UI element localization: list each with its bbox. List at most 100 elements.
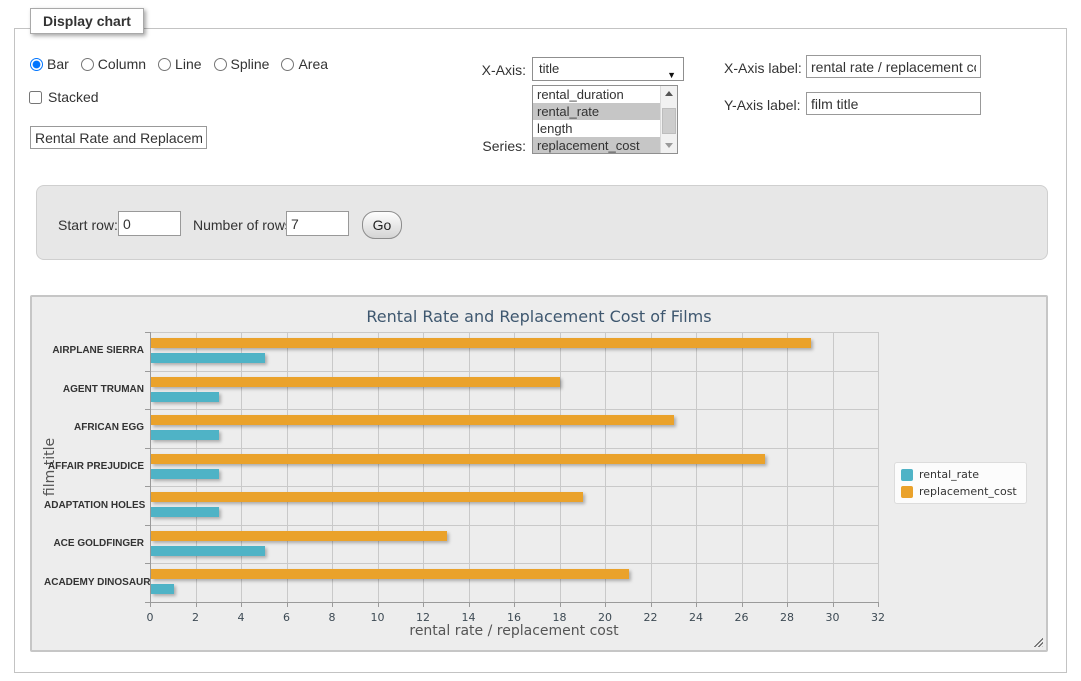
- bar-rental_rate[interactable]: [151, 430, 219, 440]
- number-of-rows-label: Number of rows:: [193, 217, 296, 233]
- radio-column[interactable]: Column: [81, 56, 146, 72]
- x-axis-selected-value: title: [539, 61, 559, 76]
- bar-replacement_cost[interactable]: [151, 531, 447, 541]
- grid-line-vertical: [241, 332, 242, 602]
- x-tick-label: 14: [454, 611, 484, 624]
- radio-bar-input[interactable]: [30, 58, 43, 71]
- radio-area[interactable]: Area: [281, 56, 328, 72]
- grid-line-vertical: [514, 332, 515, 602]
- x-axis-select-label: X-Axis:: [440, 62, 526, 78]
- stacked-checkbox-row[interactable]: Stacked: [29, 89, 99, 105]
- radio-line-input[interactable]: [158, 58, 171, 71]
- series-option-replacement_cost[interactable]: replacement_cost: [533, 137, 677, 154]
- category-label: ACADEMY DINOSAUR: [44, 577, 144, 588]
- grid-line-vertical: [332, 332, 333, 602]
- x-tick-label: 18: [545, 611, 575, 624]
- start-row-label: Start row:: [58, 217, 118, 233]
- bar-rental_rate[interactable]: [151, 353, 265, 363]
- category-label: AIRPLANE SIERRA: [44, 345, 144, 356]
- x-tick-label: 12: [408, 611, 438, 624]
- bar-replacement_cost[interactable]: [151, 569, 629, 579]
- number-of-rows-input[interactable]: [286, 211, 349, 236]
- grid-line-horizontal: [150, 525, 878, 526]
- legend-item-rental_rate[interactable]: rental_rate: [901, 468, 1017, 481]
- radio-area-label: Area: [298, 56, 328, 72]
- y-axis-label-caption: Y-Axis label:: [724, 97, 801, 113]
- grid-line-vertical: [742, 332, 743, 602]
- bar-rental_rate[interactable]: [151, 469, 219, 479]
- bar-replacement_cost[interactable]: [151, 492, 583, 502]
- bar-rental_rate[interactable]: [151, 546, 265, 556]
- y-axis-line: [150, 332, 151, 603]
- x-tick-label: 28: [772, 611, 802, 624]
- x-axis-title: rental rate / replacement cost: [150, 623, 878, 639]
- grid-line-vertical: [423, 332, 424, 602]
- grid-line-horizontal: [150, 448, 878, 449]
- radio-column-label: Column: [98, 56, 146, 72]
- x-tick-label: 16: [499, 611, 529, 624]
- x-tick-label: 2: [181, 611, 211, 624]
- radio-line-label: Line: [175, 56, 201, 72]
- bar-replacement_cost[interactable]: [151, 415, 674, 425]
- bar-rental_rate[interactable]: [151, 584, 174, 594]
- bar-replacement_cost[interactable]: [151, 454, 765, 464]
- x-tick-label: 8: [317, 611, 347, 624]
- x-tick-label: 6: [272, 611, 302, 624]
- grid-line-vertical: [787, 332, 788, 602]
- grid-line-vertical: [378, 332, 379, 602]
- x-axis-select[interactable]: title ▼: [532, 57, 684, 81]
- radio-spline-label: Spline: [231, 56, 270, 72]
- series-multiselect[interactable]: rental_durationrental_ratelengthreplacem…: [532, 85, 678, 154]
- chart-legend: rental_rate replacement_cost: [894, 462, 1027, 504]
- grid-line-horizontal: [150, 409, 878, 410]
- series-option-length[interactable]: length: [533, 120, 677, 137]
- resize-grip-icon[interactable]: [1032, 636, 1043, 647]
- x-axis-tick: [878, 602, 879, 607]
- y-axis-label-input[interactable]: [806, 92, 981, 115]
- radio-column-input[interactable]: [81, 58, 94, 71]
- bar-replacement_cost[interactable]: [151, 338, 811, 348]
- category-label: ADAPTATION HOLES: [44, 500, 144, 511]
- go-button[interactable]: Go: [362, 211, 402, 239]
- scrollbar-thumb[interactable]: [662, 108, 676, 134]
- grid-line-horizontal: [150, 371, 878, 372]
- x-tick-label: 22: [636, 611, 666, 624]
- radio-area-input[interactable]: [281, 58, 294, 71]
- series-option-rental_rate[interactable]: rental_rate: [533, 103, 677, 120]
- row-range-panel: [36, 185, 1048, 260]
- legend-swatch-icon: [901, 469, 913, 481]
- bar-rental_rate[interactable]: [151, 392, 219, 402]
- grid-line-horizontal: [150, 563, 878, 564]
- chart-title-input[interactable]: [30, 126, 207, 149]
- scroll-down-icon[interactable]: [661, 138, 677, 153]
- radio-spline-input[interactable]: [214, 58, 227, 71]
- start-row-input[interactable]: [118, 211, 181, 236]
- series-list-scrollbar[interactable]: [660, 86, 677, 153]
- x-tick-label: 4: [226, 611, 256, 624]
- legend-item-replacement_cost[interactable]: replacement_cost: [901, 485, 1017, 498]
- chevron-down-icon: ▼: [667, 64, 676, 86]
- x-axis-label-input[interactable]: [806, 55, 981, 78]
- scroll-up-icon[interactable]: [661, 86, 677, 101]
- grid-line-vertical: [878, 332, 879, 602]
- bar-rental_rate[interactable]: [151, 507, 219, 517]
- radio-line[interactable]: Line: [158, 56, 201, 72]
- radio-bar[interactable]: Bar: [30, 56, 69, 72]
- category-label: ACE GOLDFINGER: [44, 538, 144, 549]
- fieldset-legend: Display chart: [30, 8, 144, 34]
- radio-spline[interactable]: Spline: [214, 56, 270, 72]
- category-label: AGENT TRUMAN: [44, 384, 144, 395]
- grid-line-vertical: [696, 332, 697, 602]
- series-option-rental_duration[interactable]: rental_duration: [533, 86, 677, 103]
- chart-type-radio-group: Bar Column Line Spline Area: [30, 56, 340, 72]
- legend-swatch-icon: [901, 486, 913, 498]
- chart-panel: Rental Rate and Replacement Cost of Film…: [30, 295, 1048, 652]
- x-tick-label: 26: [727, 611, 757, 624]
- bar-replacement_cost[interactable]: [151, 377, 560, 387]
- x-axis-line: [150, 602, 878, 603]
- chart-title: Rental Rate and Replacement Cost of Film…: [32, 307, 1046, 326]
- x-tick-label: 30: [818, 611, 848, 624]
- grid-line-vertical: [560, 332, 561, 602]
- legend-label: rental_rate: [919, 468, 979, 481]
- stacked-checkbox[interactable]: [29, 91, 42, 104]
